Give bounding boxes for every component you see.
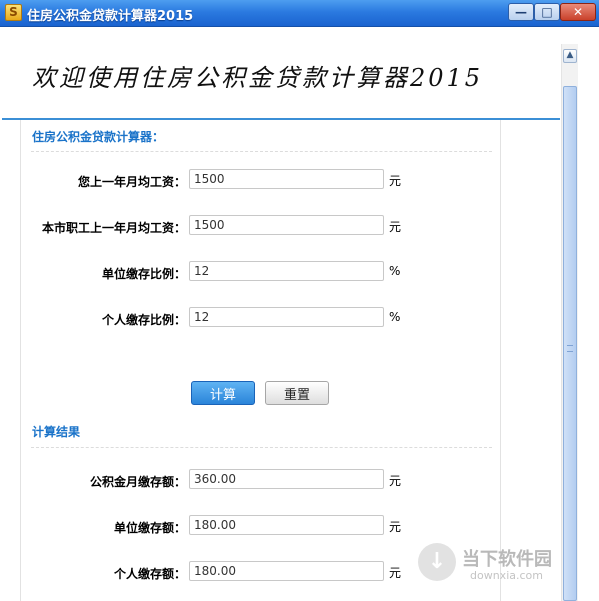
- total-deposit-field[interactable]: [189, 469, 384, 489]
- own-salary-label: 您上一年月均工资：: [77, 175, 186, 189]
- employer-deposit-label: 单位缴存额：: [113, 521, 186, 535]
- field-row-own-salary: 您上一年月均工资： 元: [21, 169, 502, 191]
- reset-button[interactable]: 重置: [265, 381, 329, 405]
- own-salary-input[interactable]: [189, 169, 384, 189]
- field-row-city-salary: 本市职工上一年月均工资： 元: [21, 215, 502, 237]
- scroll-up-arrow-icon[interactable]: ▲: [563, 49, 577, 63]
- personal-rate-input[interactable]: [189, 307, 384, 327]
- total-deposit-unit: 元: [389, 474, 402, 488]
- personal-deposit-unit: 元: [389, 566, 402, 580]
- download-arrow-icon: ↓: [418, 543, 456, 581]
- employer-deposit-field[interactable]: [189, 515, 384, 535]
- title-bar: S 住房公积金贷款计算器2015 — □ ✕: [0, 0, 599, 27]
- minimize-button[interactable]: —: [508, 3, 534, 21]
- employer-rate-input[interactable]: [189, 261, 384, 281]
- scroll-thumb[interactable]: [563, 86, 577, 601]
- calculator-panel: 住房公积金贷款计算器： 您上一年月均工资： 元 本市职工上一年月均工资： 元 单…: [20, 120, 501, 601]
- personal-deposit-label: 个人缴存额：: [113, 567, 186, 581]
- maximize-button[interactable]: □: [534, 3, 560, 21]
- field-row-employer-rate: 单位缴存比例： %: [21, 261, 502, 283]
- employer-rate-label: 单位缴存比例：: [101, 267, 186, 281]
- vertical-scrollbar[interactable]: ▲: [561, 44, 578, 601]
- city-salary-label: 本市职工上一年月均工资：: [41, 221, 186, 235]
- personal-rate-label: 个人缴存比例：: [101, 313, 186, 327]
- city-salary-input[interactable]: [189, 215, 384, 235]
- result-row-total: 公积金月缴存额： 元: [21, 469, 502, 491]
- employer-deposit-unit: 元: [389, 520, 402, 534]
- content-area: 欢迎使用住房公积金贷款计算器2015 住房公积金贷款计算器： 您上一年月均工资：…: [2, 28, 560, 601]
- results-divider: [31, 447, 492, 448]
- watermark-url: downxia.com: [470, 569, 543, 582]
- close-button[interactable]: ✕: [560, 3, 596, 21]
- results-section-title: 计算结果: [32, 425, 81, 439]
- window-title: 住房公积金贷款计算器2015: [27, 9, 194, 24]
- watermark-name: 当下软件园: [462, 549, 552, 570]
- welcome-banner: 欢迎使用住房公积金贷款计算器2015: [2, 28, 560, 120]
- field-row-personal-rate: 个人缴存比例： %: [21, 307, 502, 329]
- welcome-heading: 欢迎使用住房公积金贷款计算器2015: [32, 64, 484, 92]
- personal-deposit-field[interactable]: [189, 561, 384, 581]
- own-salary-unit: 元: [389, 174, 402, 188]
- calculate-button[interactable]: 计算: [191, 381, 255, 405]
- personal-rate-unit: %: [389, 310, 401, 324]
- city-salary-unit: 元: [389, 220, 402, 234]
- employer-rate-unit: %: [389, 264, 401, 278]
- section-divider: [31, 151, 492, 152]
- app-icon: S: [5, 4, 22, 21]
- calculator-section-title: 住房公积金贷款计算器：: [32, 130, 165, 144]
- total-deposit-label: 公积金月缴存额：: [89, 475, 186, 489]
- scroll-grip-icon: [567, 345, 573, 352]
- result-row-employer: 单位缴存额： 元: [21, 515, 502, 537]
